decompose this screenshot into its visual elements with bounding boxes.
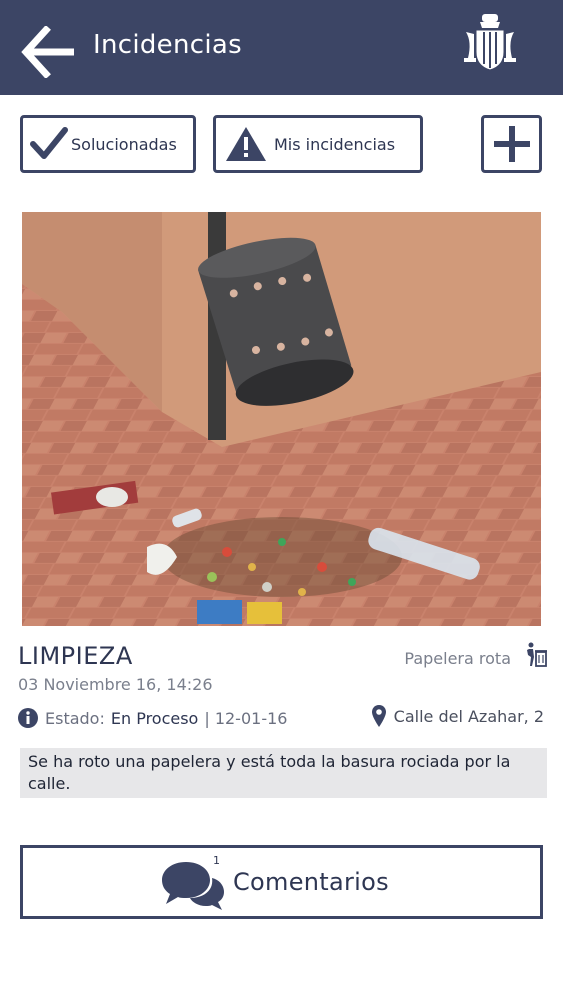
solved-label: Solucionadas	[71, 134, 177, 154]
my-incidents-button[interactable]: Mis incidencias	[213, 115, 423, 173]
comments-count: 1	[213, 854, 220, 867]
comments-label: Comentarios	[233, 868, 389, 896]
back-button[interactable]	[20, 25, 76, 79]
status-prefix: Estado:	[45, 708, 105, 728]
comments-button[interactable]: 1 Comentarios	[20, 845, 543, 919]
coat-of-arms-logo	[464, 14, 516, 71]
checkmark-icon	[30, 127, 68, 159]
incident-description: Se ha roto una papelera y está toda la b…	[20, 748, 547, 798]
solved-filter-button[interactable]: Solucionadas	[20, 115, 196, 173]
location-row: Calle del Azahar, 2	[371, 702, 544, 730]
incident-date: 03 Noviembre 16, 14:26	[18, 675, 213, 694]
location-text: Calle del Azahar, 2	[393, 706, 544, 726]
status-value: En Proceso	[110, 708, 199, 728]
location-pin-icon	[371, 705, 386, 727]
my-incidents-label: Mis incidencias	[274, 134, 396, 154]
plus-icon	[493, 126, 530, 162]
status-date: | 12-01-16	[204, 708, 288, 728]
incident-photo	[22, 212, 541, 626]
incident-subtype: Papelera rota	[404, 649, 511, 668]
add-incident-button[interactable]	[481, 115, 542, 173]
incident-category: LIMPIEZA	[18, 642, 133, 670]
arrow-left-icon	[21, 25, 74, 79]
trash-bin-icon	[527, 642, 547, 667]
warning-icon	[226, 127, 266, 161]
app-header: Incidencias	[0, 0, 563, 95]
status-row: Estado: En Proceso | 12-01-16	[17, 706, 287, 730]
page-title: Incidencias	[93, 30, 242, 60]
info-icon	[18, 708, 38, 728]
